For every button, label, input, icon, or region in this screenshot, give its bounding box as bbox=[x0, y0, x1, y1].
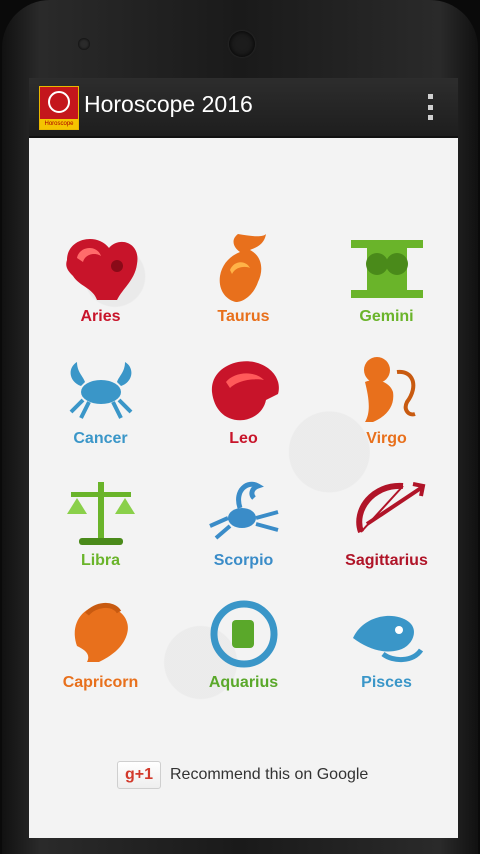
sign-leo[interactable]: Leo bbox=[172, 334, 315, 456]
sign-label: Aquarius bbox=[208, 674, 279, 691]
aquarius-water-icon bbox=[210, 600, 278, 668]
virgo-maiden-icon bbox=[364, 357, 416, 422]
pisces-fish-icon bbox=[353, 615, 424, 662]
cancer-crab-icon bbox=[69, 362, 133, 419]
gemini-twins-icon bbox=[351, 240, 423, 298]
sign-label: Aries bbox=[80, 308, 121, 325]
sign-sagittarius[interactable]: Sagittarius bbox=[315, 456, 458, 578]
app-screen: Horoscope 2016 Horoscope 2016 Aries bbox=[29, 78, 458, 838]
capricorn-goat-icon bbox=[74, 603, 128, 662]
sign-label: Scorpio bbox=[213, 552, 274, 569]
sign-label: Taurus bbox=[217, 308, 270, 325]
sign-cancer[interactable]: Cancer bbox=[29, 334, 172, 456]
recommend-google[interactable]: g+1 Recommend this on Google bbox=[117, 760, 368, 790]
sign-label: Capricorn bbox=[62, 674, 139, 691]
sign-label: Cancer bbox=[73, 430, 128, 447]
sign-virgo[interactable]: Virgo bbox=[315, 334, 458, 456]
sign-aquarius[interactable]: Aquarius bbox=[172, 578, 315, 700]
phone-frame: Horoscope 2016 Horoscope 2016 Aries bbox=[2, 0, 478, 854]
libra-scales-icon bbox=[67, 482, 135, 545]
app-title: Horoscope 2016 bbox=[84, 91, 253, 117]
sign-scorpio[interactable]: Scorpio bbox=[172, 456, 315, 578]
front-camera bbox=[229, 31, 255, 57]
sign-label: Leo bbox=[229, 430, 258, 447]
overflow-menu-icon[interactable] bbox=[426, 94, 434, 120]
aries-ram-icon bbox=[66, 238, 138, 300]
sign-label: Gemini bbox=[359, 308, 414, 325]
speaker-dot bbox=[78, 38, 90, 50]
google-plus-one-button[interactable]: g+1 bbox=[117, 761, 161, 789]
action-bar: Horoscope 2016 Horoscope 2016 bbox=[29, 78, 458, 138]
app-logo-icon: Horoscope 2016 bbox=[39, 86, 79, 130]
sign-gemini[interactable]: Gemini bbox=[315, 212, 458, 334]
sign-taurus[interactable]: Taurus bbox=[172, 212, 315, 334]
sign-label: Sagittarius bbox=[345, 552, 428, 569]
sign-pisces[interactable]: Pisces bbox=[315, 578, 458, 700]
scorpio-scorpion-icon bbox=[209, 481, 279, 540]
sagittarius-archer-icon bbox=[356, 482, 426, 534]
leo-lion-icon bbox=[211, 361, 279, 421]
sign-aries[interactable]: Aries bbox=[29, 212, 172, 334]
sign-libra[interactable]: Libra bbox=[29, 456, 172, 578]
sign-capricorn[interactable]: Capricorn bbox=[29, 578, 172, 700]
sign-label: Libra bbox=[80, 552, 121, 569]
taurus-bull-icon bbox=[219, 234, 266, 302]
sign-label: Pisces bbox=[361, 674, 412, 691]
recommend-text: Recommend this on Google bbox=[170, 766, 369, 783]
sign-label: Virgo bbox=[366, 430, 407, 447]
